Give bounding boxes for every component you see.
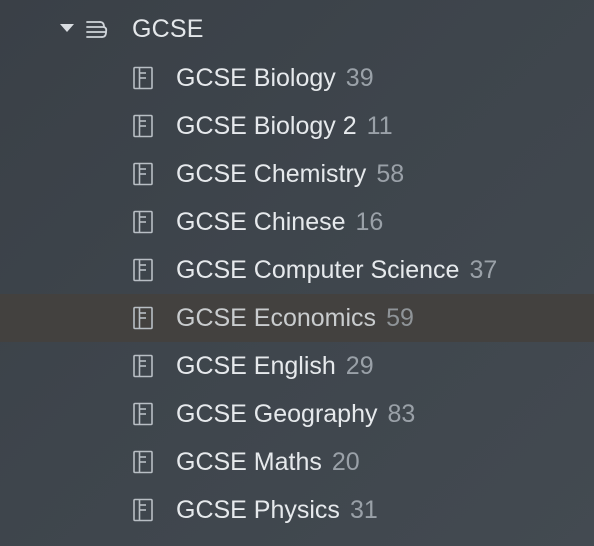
deck-row-text: GCSE Maths 20	[176, 448, 360, 477]
document-icon	[133, 402, 153, 426]
deck-row-gcse-economics[interactable]: GCSE Economics 59	[0, 294, 594, 342]
deck-name: GCSE Maths	[176, 448, 322, 476]
deck-row-gcse-computer-science[interactable]: GCSE Computer Science 37	[0, 246, 594, 294]
card-count: 58	[376, 160, 405, 188]
document-icon	[133, 354, 153, 378]
deck-row-text: GCSE Economics 59	[176, 304, 414, 333]
card-count: 37	[469, 256, 498, 284]
deck-row-text: GCSE Chinese 16	[176, 208, 383, 237]
card-count: 39	[345, 64, 374, 92]
deck-row-text: GCSE Computer Science 37	[176, 256, 497, 285]
deck-row-gcse-chinese[interactable]: GCSE Chinese 16	[0, 198, 594, 246]
group-label: GCSE	[132, 15, 204, 43]
disclosure-triangle-icon[interactable]	[60, 24, 74, 32]
document-icon	[133, 498, 153, 522]
card-count: 20	[331, 448, 360, 476]
document-icon	[133, 306, 153, 330]
deck-row-gcse-biology[interactable]: GCSE Biology 39	[0, 54, 594, 102]
deck-row-text: GCSE Biology 2 11	[176, 112, 393, 141]
card-count: 31	[349, 496, 378, 524]
deck-row-gcse-maths[interactable]: GCSE Maths 20	[0, 438, 594, 486]
deck-row-gcse-biology-2[interactable]: GCSE Biology 2 11	[0, 102, 594, 150]
card-count: 59	[386, 304, 414, 332]
deck-sidebar: GCSE GCSE Biology 39 GCSE Biology 2 11 G…	[0, 0, 594, 546]
deck-name: GCSE Economics	[176, 304, 377, 332]
document-icon	[133, 66, 153, 90]
deck-row-gcse-physics[interactable]: GCSE Physics 31	[0, 486, 594, 534]
deck-name: GCSE Chemistry	[176, 160, 367, 188]
deck-name: GCSE Biology	[176, 64, 336, 92]
deck-row-text: GCSE Physics 31	[176, 496, 378, 525]
deck-name: GCSE Computer Science	[176, 256, 460, 284]
document-icon	[133, 114, 153, 138]
stack-icon	[86, 21, 108, 38]
document-icon	[133, 450, 153, 474]
deck-row-gcse-chemistry[interactable]: GCSE Chemistry 58	[0, 150, 594, 198]
deck-row-gcse-english[interactable]: GCSE English 29	[0, 342, 594, 390]
document-icon	[133, 162, 153, 186]
group-header-gcse[interactable]: GCSE	[0, 6, 594, 54]
card-count: 16	[355, 208, 384, 236]
card-count: 11	[366, 112, 393, 140]
deck-list: GCSE Biology 39 GCSE Biology 2 11 GCSE Che…	[0, 54, 594, 534]
deck-name: GCSE English	[176, 352, 336, 380]
deck-name: GCSE Physics	[176, 496, 340, 524]
deck-row-text: GCSE Biology 39	[176, 64, 374, 93]
deck-row-text: GCSE English 29	[176, 352, 374, 381]
document-icon	[133, 210, 153, 234]
deck-row-text: GCSE Chemistry 58	[176, 160, 404, 189]
deck-name: GCSE Geography	[176, 400, 378, 428]
deck-row-gcse-geography[interactable]: GCSE Geography 83	[0, 390, 594, 438]
card-count: 83	[387, 400, 416, 428]
deck-name: GCSE Chinese	[176, 208, 346, 236]
deck-row-text: GCSE Geography 83	[176, 400, 415, 429]
deck-name: GCSE Biology 2	[176, 112, 357, 140]
document-icon	[133, 258, 153, 282]
card-count: 29	[345, 352, 374, 380]
